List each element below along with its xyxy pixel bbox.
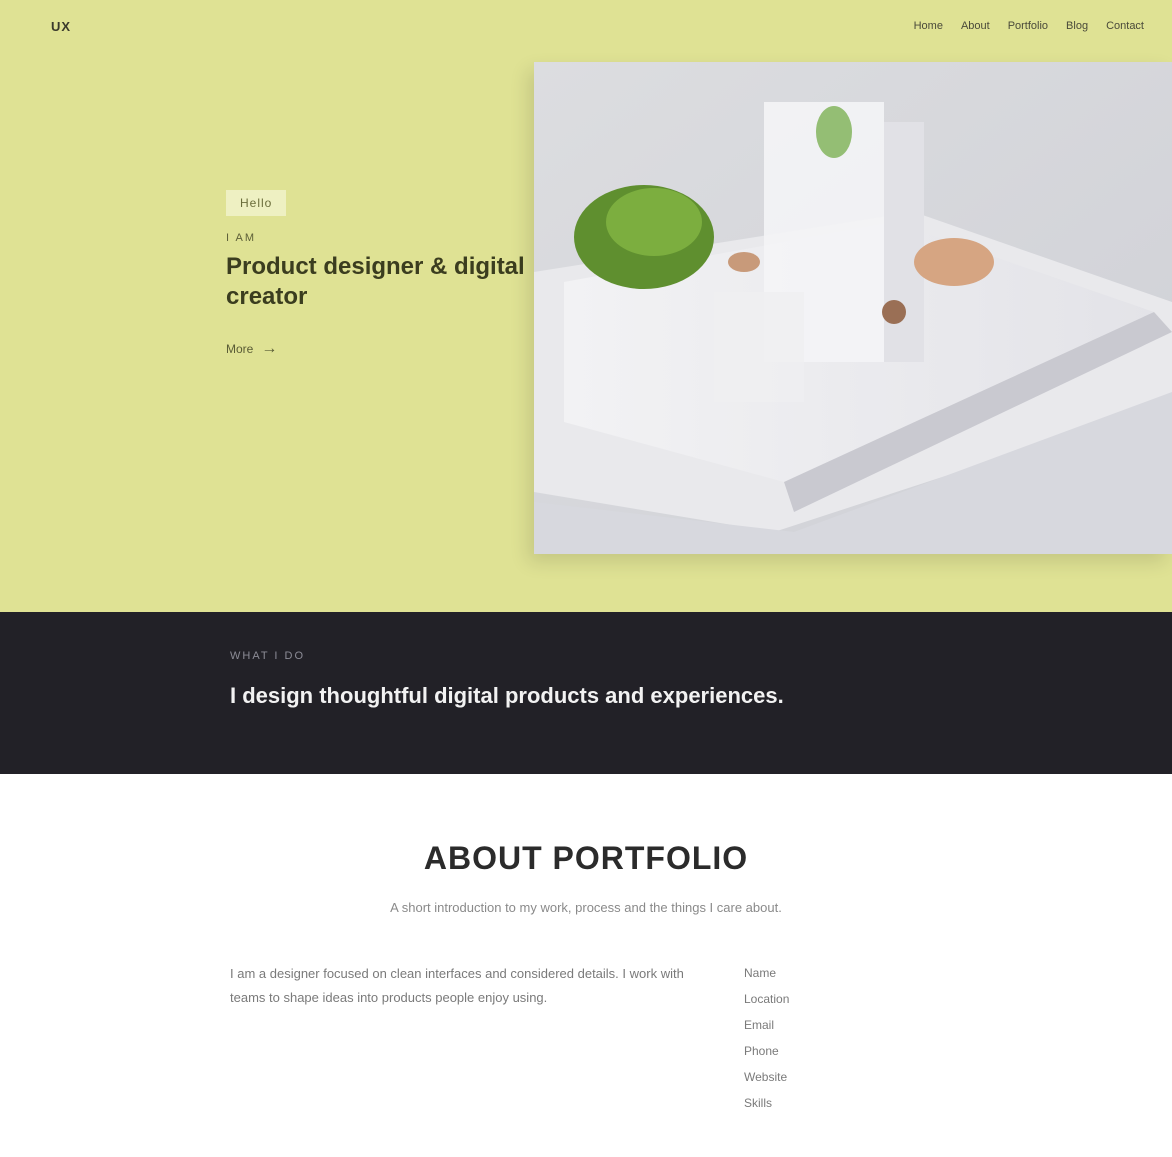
list-item: Email bbox=[744, 1018, 775, 1032]
list-item: Phone bbox=[744, 1044, 779, 1058]
about-subtitle: A short introduction to my work, process… bbox=[390, 900, 782, 915]
hero-cta-label: More bbox=[226, 342, 254, 356]
quote-label: WHAT I DO bbox=[230, 650, 306, 662]
about-title: ABOUT PORTFOLIO bbox=[423, 840, 749, 876]
nav-item-about[interactable]: About bbox=[961, 20, 990, 32]
arrow-right-icon: → bbox=[261, 340, 278, 357]
hero-section: UX Home About Portfolio Blog Contact Hel… bbox=[0, 0, 1172, 612]
main-nav: Home About Portfolio Blog Contact bbox=[914, 16, 1144, 36]
logo[interactable]: UX bbox=[38, 16, 84, 36]
nav-item-contact[interactable]: Contact bbox=[1106, 20, 1144, 32]
hero-cta-button[interactable]: More → bbox=[226, 340, 277, 358]
list-item: Name bbox=[744, 966, 777, 980]
nav-item-home[interactable]: Home bbox=[914, 20, 943, 32]
nav-item-portfolio[interactable]: Portfolio bbox=[1008, 20, 1048, 32]
hero-title: Product designer & digital creator bbox=[226, 253, 525, 310]
about-info-list: Name Location Email Phone Website Skills bbox=[744, 960, 944, 1116]
hero-copy: Hello I AM Product designer & digital cr… bbox=[226, 190, 546, 358]
hero-kicker: Hello bbox=[226, 190, 287, 216]
about-body: I am a designer focused on clean interfa… bbox=[230, 966, 684, 1005]
list-item: Skills bbox=[744, 1096, 773, 1110]
hero-illustration bbox=[534, 62, 1172, 554]
hero-eyebrow: I AM bbox=[226, 232, 257, 244]
hero-image bbox=[534, 62, 1172, 554]
nav-item-blog[interactable]: Blog bbox=[1066, 20, 1088, 32]
list-item: Website bbox=[744, 1070, 788, 1084]
quote-text: I design thoughtful digital products and… bbox=[230, 683, 784, 708]
list-item: Location bbox=[744, 992, 790, 1006]
